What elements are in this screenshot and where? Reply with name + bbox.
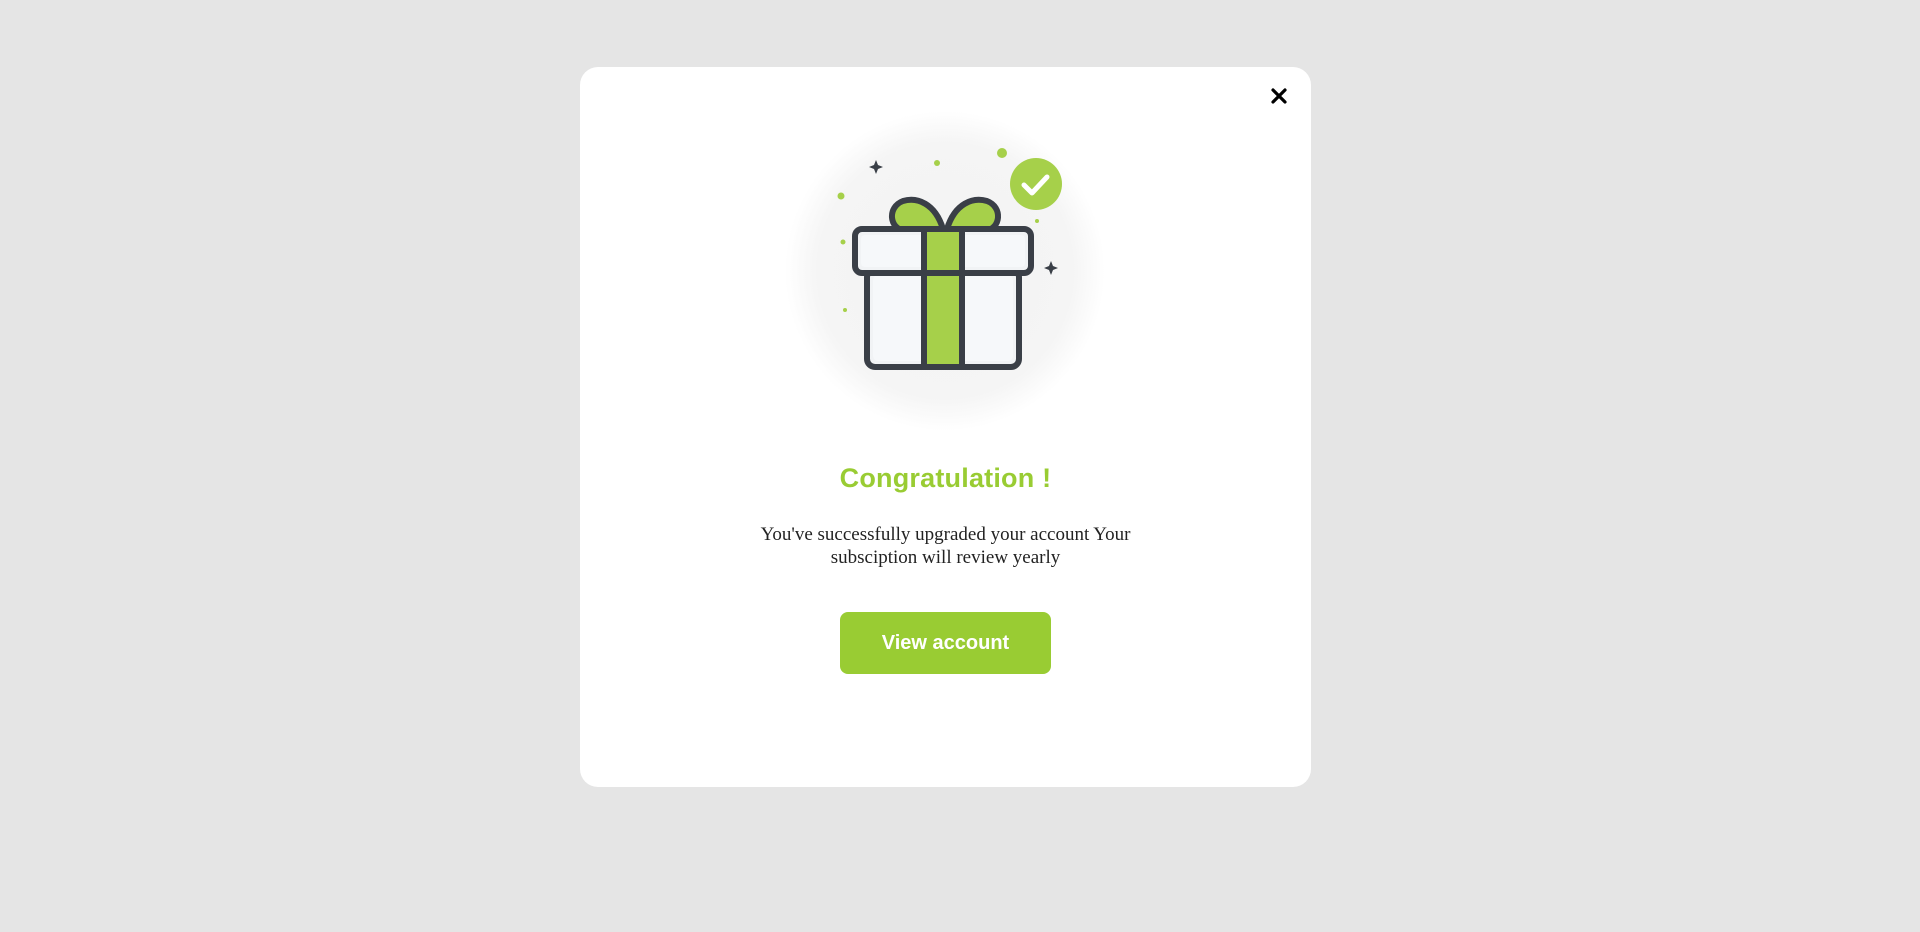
close-button[interactable] (1266, 83, 1292, 109)
close-icon (1271, 88, 1287, 104)
modal-title: Congratulation ! (839, 463, 1052, 493)
view-account-button[interactable]: View account (840, 612, 1051, 674)
success-modal: Congratulation ! You've successfully upg… (580, 67, 1311, 787)
modal-message: You've successfully upgraded your accoun… (760, 524, 1131, 568)
gift-with-check-icon (785, 111, 1105, 431)
gift-illustration (785, 111, 1115, 441)
